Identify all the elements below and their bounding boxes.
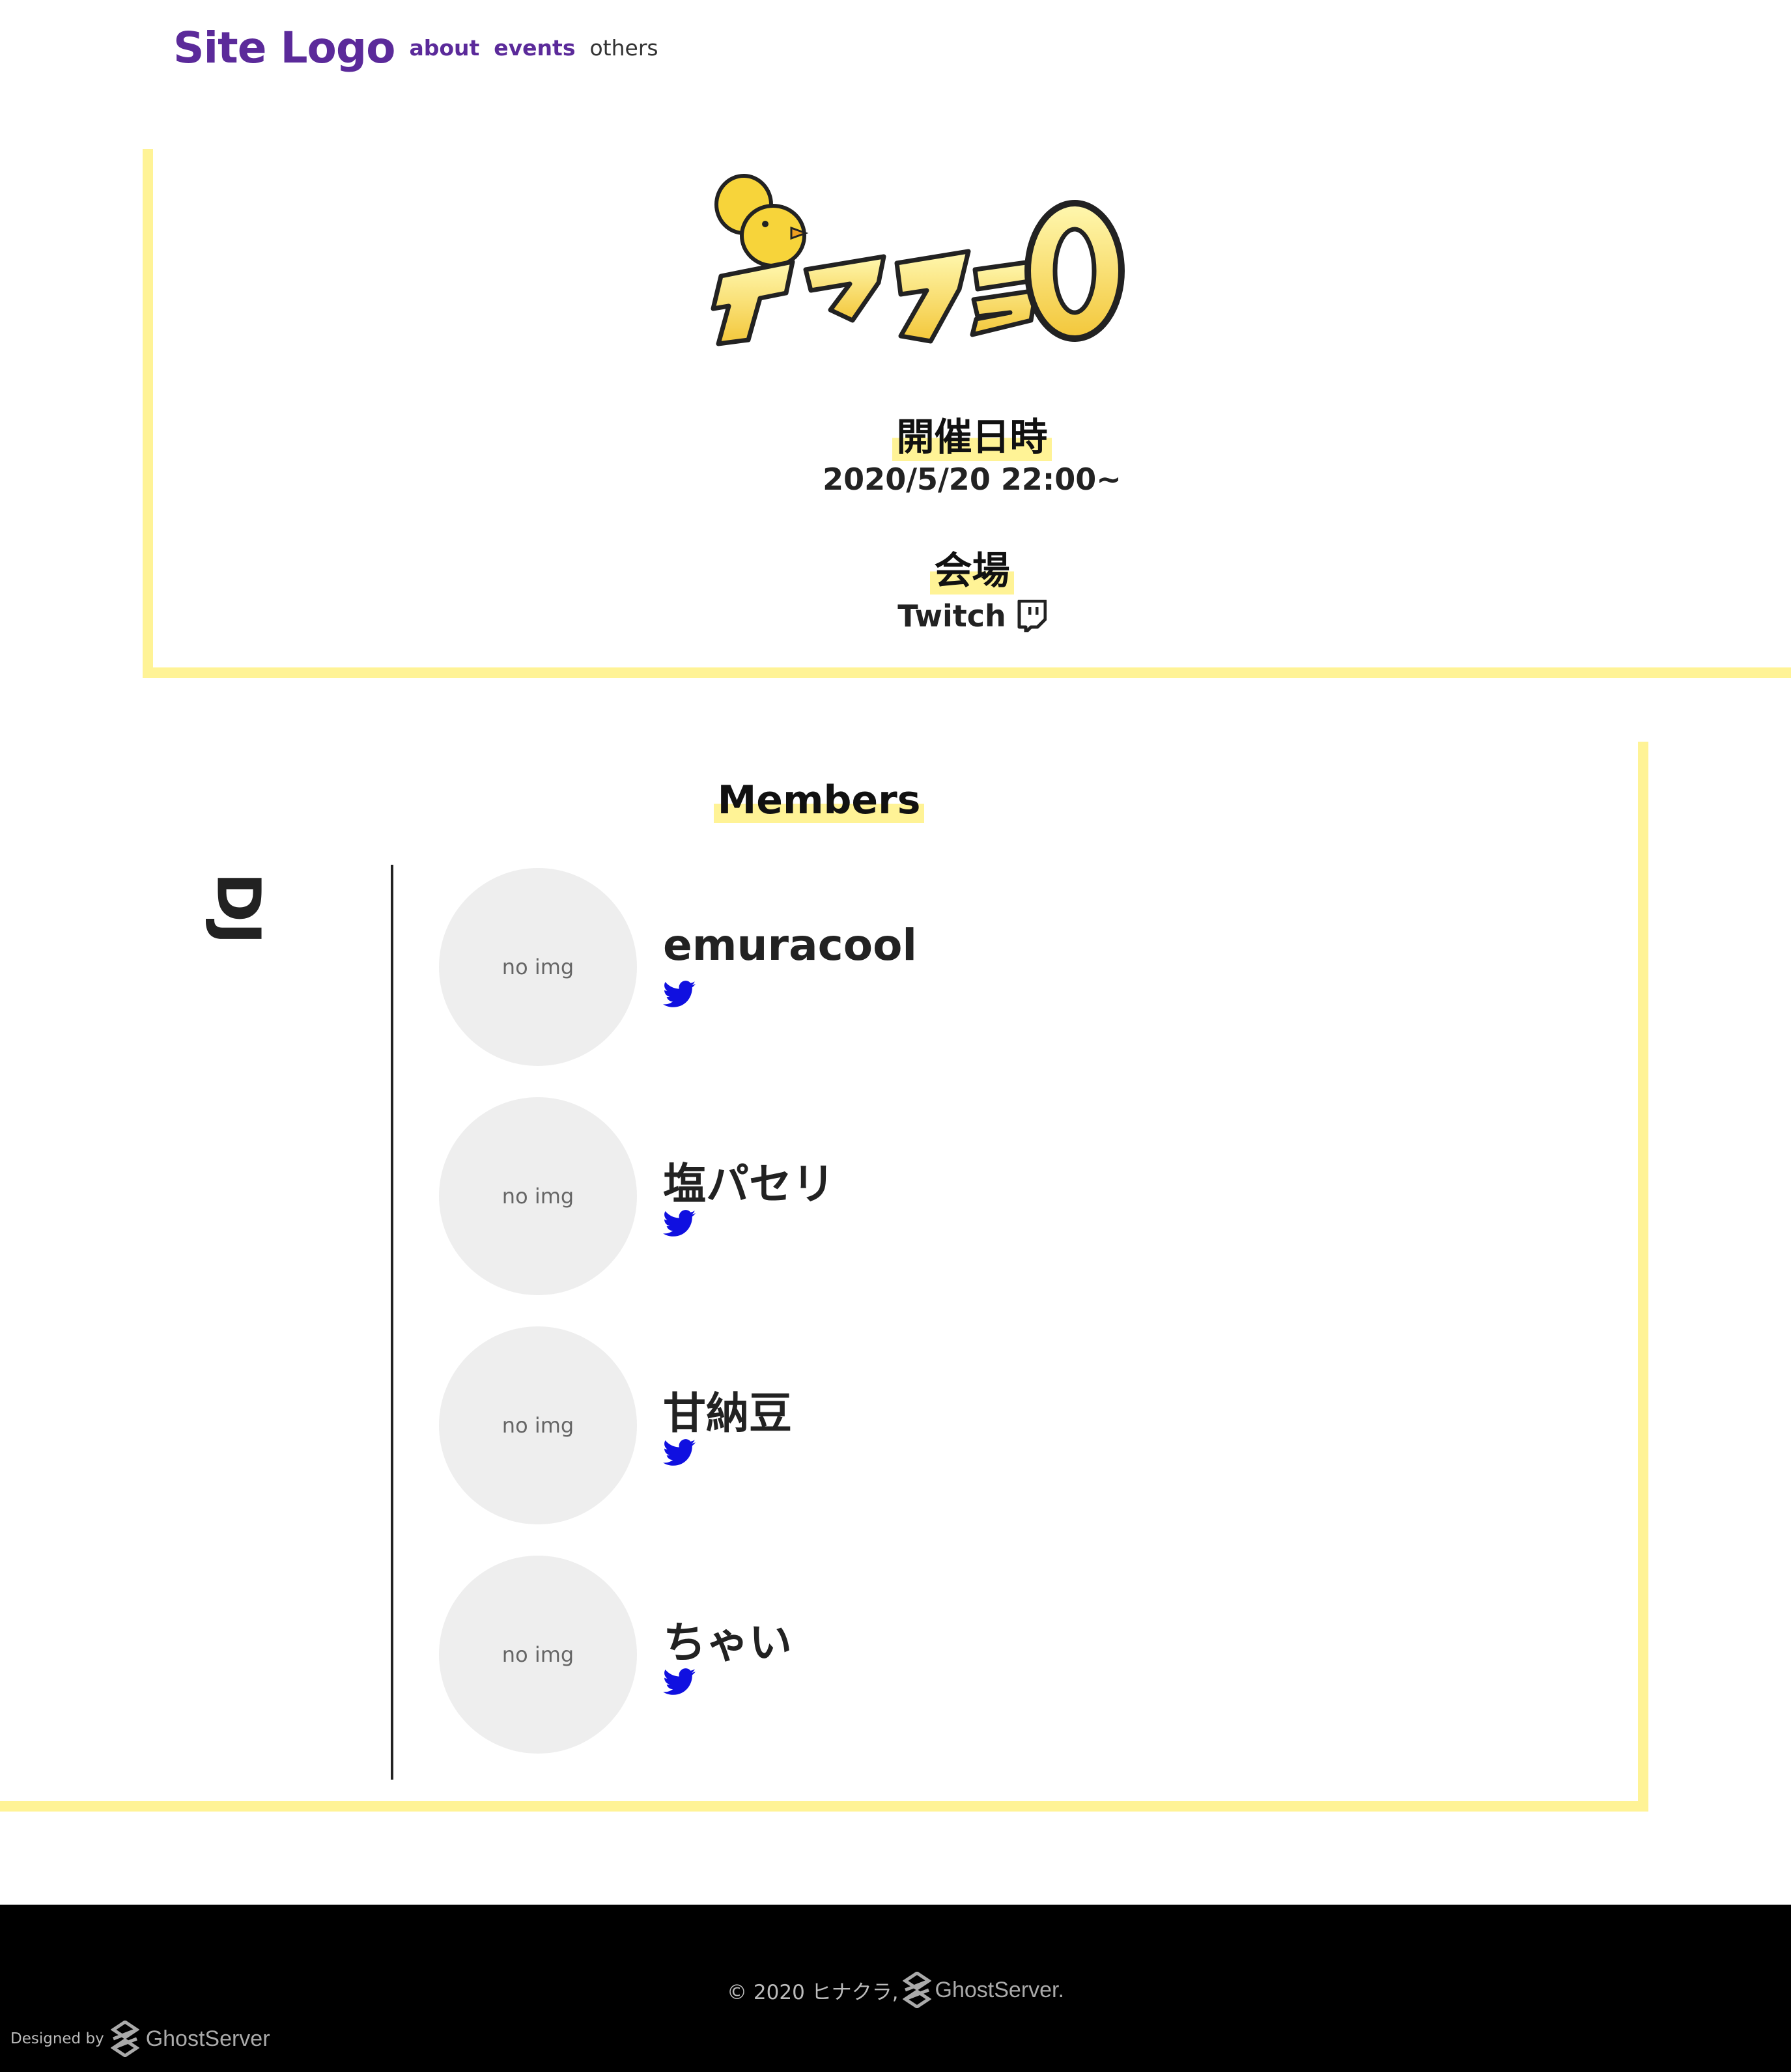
avatar-placeholder-text: no img (501, 1413, 574, 1438)
avatar-placeholder-text: no img (501, 1642, 574, 1667)
member-avatar: no img (439, 868, 637, 1066)
copyright-brand[interactable]: GhostServer. (935, 1978, 1064, 2003)
member-name: 甘納豆 (663, 1388, 792, 1438)
nav-link-events[interactable]: events (494, 35, 575, 61)
top-nav: Site Logo about events others (173, 20, 658, 76)
members-title-wrap: Members (0, 777, 1638, 823)
member-avatar: no img (439, 1556, 637, 1754)
member-avatar: no img (439, 1326, 637, 1524)
avatar-placeholder-text: no img (501, 1184, 574, 1209)
twitter-link[interactable] (663, 1209, 696, 1238)
member-card: no img ちゃい (439, 1556, 1416, 1785)
datetime-label: 開催日時 (892, 406, 1052, 461)
member-card: no img emuracool (439, 868, 1416, 1097)
twitter-icon (663, 981, 696, 1007)
twitter-link[interactable] (663, 1668, 696, 1696)
venue-link[interactable]: Twitch (153, 598, 1791, 634)
twitter-icon (663, 1668, 696, 1695)
twitter-icon (663, 1439, 696, 1466)
member-name: emuracool (663, 920, 918, 970)
event-logo-zero (1024, 200, 1125, 342)
footer: © 2020 ヒナクラ, GhostServer. Designed by Gh… (0, 1905, 1791, 2072)
datetime-value: 2020/5/20 22:00~ (823, 462, 1121, 497)
member-card: no img 甘納豆 (439, 1326, 1416, 1556)
copyright: © 2020 ヒナクラ, GhostServer. (0, 1972, 1791, 2008)
designed-by[interactable]: Designed by GhostServer (10, 2021, 270, 2057)
nav-link-others[interactable]: others (589, 35, 658, 61)
ghostserver-logo-icon (902, 1972, 931, 2008)
twitter-link[interactable] (663, 1438, 696, 1467)
venue-label: 会場 (930, 540, 1014, 595)
venue-label-wrap: 会場 (153, 540, 1791, 595)
copyright-text: © 2020 ヒナクラ, (727, 1980, 899, 2004)
twitter-link[interactable] (663, 980, 696, 1009)
avatar-placeholder-text: no img (501, 955, 574, 979)
member-avatar: no img (439, 1097, 637, 1295)
ghostserver-logo-icon (110, 2021, 139, 2057)
page: Site Logo about events others 開催日時 2020/… (0, 0, 1791, 2072)
event-info-section: 開催日時 2020/5/20 22:00~ 会場 Twitch (143, 149, 1791, 678)
designed-by-label: Designed by (10, 2030, 104, 2047)
members-section: Members DJ no img emuracool no img 塩パセリ … (0, 742, 1648, 1812)
venue-value: Twitch (897, 598, 1006, 634)
chick-mascot-icon (714, 174, 809, 268)
member-name: ちゃい (663, 1617, 792, 1668)
datetime-label-wrap: 開催日時 (153, 406, 1791, 461)
twitter-icon (663, 1210, 696, 1237)
twitch-icon[interactable] (1017, 600, 1047, 632)
member-name: 塩パセリ (663, 1159, 835, 1209)
vertical-divider (391, 865, 393, 1780)
member-card: no img 塩パセリ (439, 1097, 1416, 1326)
members-title: Members (713, 777, 925, 823)
site-logo[interactable]: Site Logo (173, 23, 395, 73)
event-logo (711, 174, 1125, 346)
role-label-dj: DJ (203, 872, 274, 945)
designed-by-brand: GhostServer (145, 2026, 270, 2051)
nav-link-about[interactable]: about (409, 35, 479, 61)
member-list: no img emuracool no img 塩パセリ no img 甘納豆 … (439, 868, 1416, 1785)
